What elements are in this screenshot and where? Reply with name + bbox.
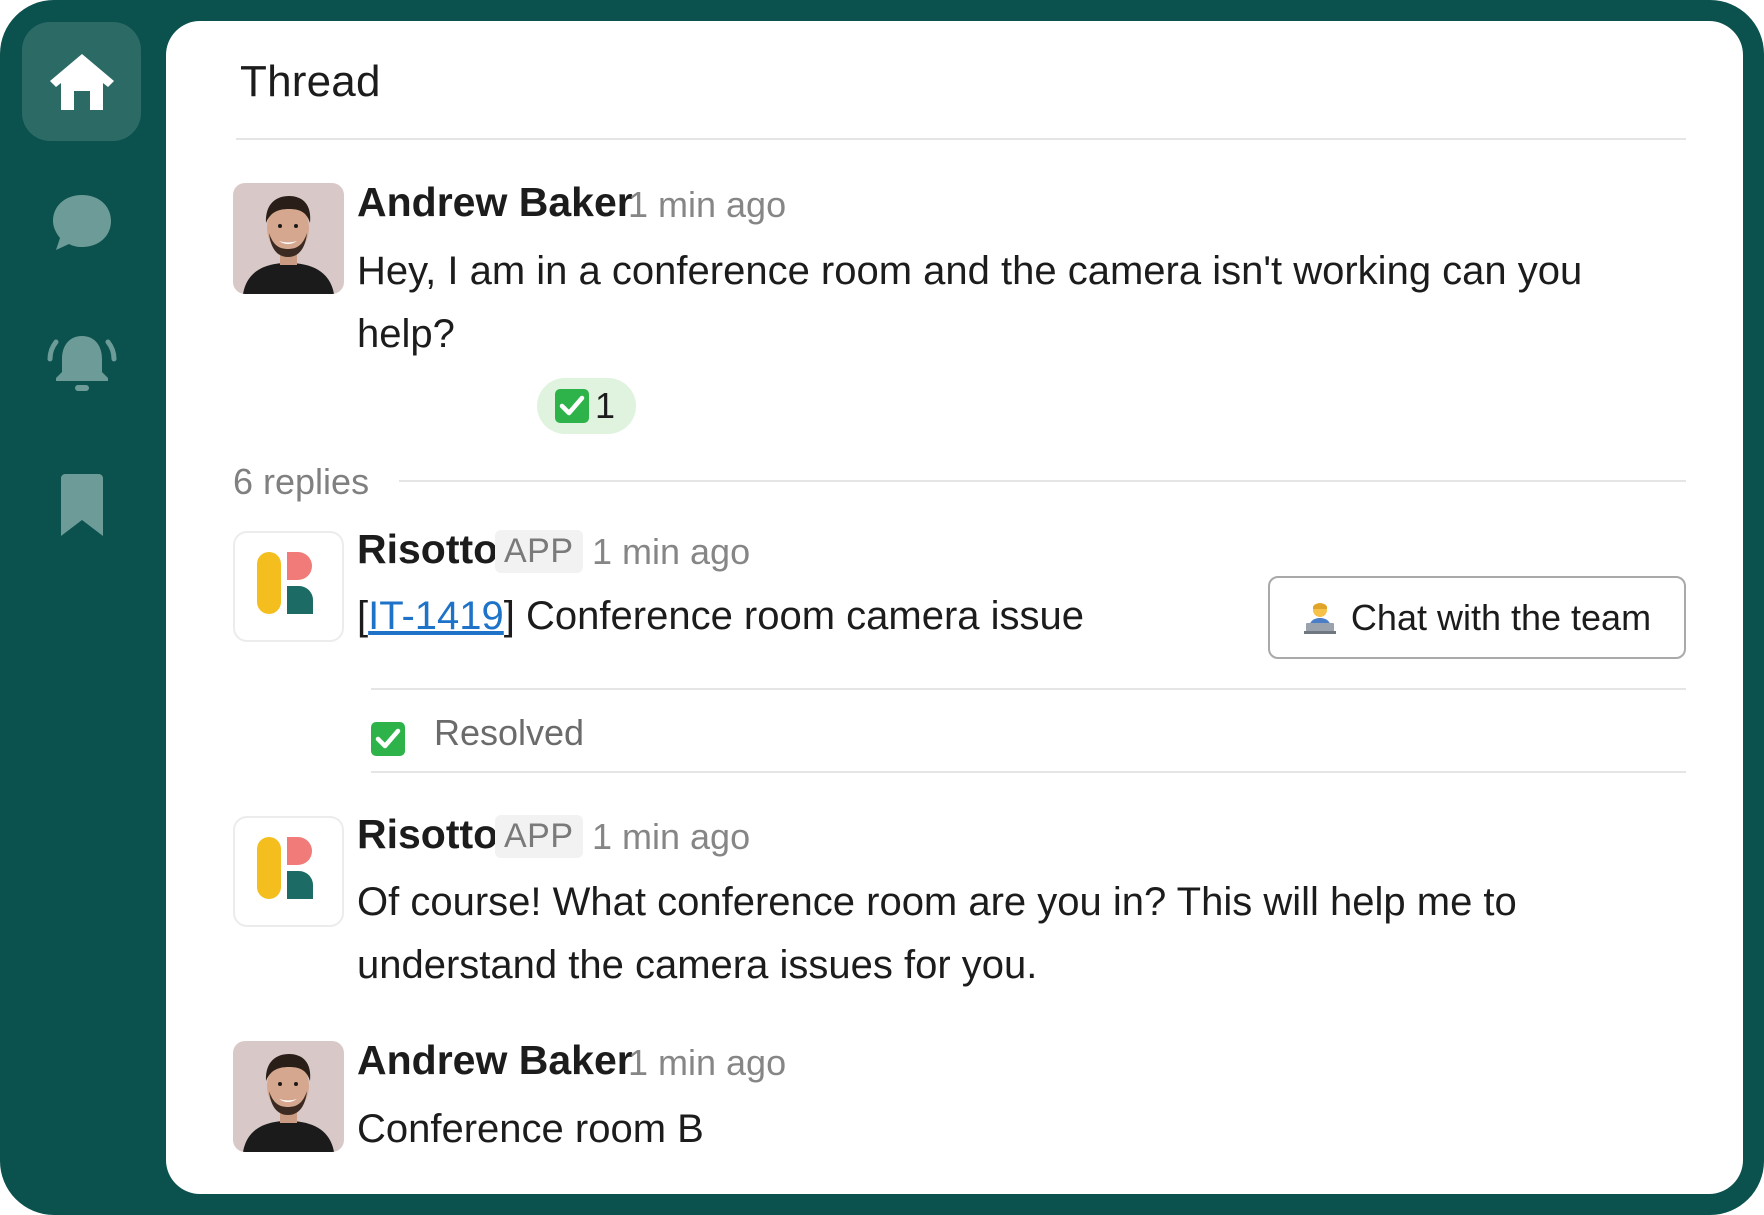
ticket-bracket-open: [ [357,594,369,638]
home-icon [49,53,114,110]
bell-icon [47,335,116,391]
message-author[interactable]: Risotto [357,811,498,858]
risotto-logo[interactable] [233,531,344,642]
page-title: Thread [240,57,381,106]
sidebar-item-messages[interactable] [22,163,141,282]
ticket-link[interactable]: IT-1419 [368,594,504,638]
technologist-icon [1303,602,1336,634]
replies-count[interactable]: 6 replies [233,461,369,503]
sidebar-item-saved[interactable] [22,446,141,565]
avatar[interactable] [233,183,344,294]
chat-with-team-label: Chat with the team [1350,596,1652,638]
ticket-bracket-close: ] [503,594,515,638]
message-timestamp: 1 min ago [592,531,751,572]
message-author[interactable]: Andrew Baker [357,179,633,226]
message-timestamp: 1 min ago [628,1042,787,1083]
reaction-pill[interactable]: 1 [537,378,636,434]
header-divider [236,138,1686,140]
app-badge: APP [495,815,583,858]
reaction-count: 1 [595,385,616,426]
app-frame: Thread Andrew Baker 1 min ago Hey, I am … [0,0,1764,1215]
ticket-title: Conference room camera issue [514,594,1085,638]
chat-bubble-icon [52,194,111,250]
resolved-check-icon [371,722,405,756]
ticket-line: [IT-1419] Conference room camera issue [357,585,1084,648]
ticket-divider-bottom [371,771,1686,773]
message-text: Hey, I am in a conference room and the c… [357,249,1583,356]
replies-divider [399,480,1686,482]
sidebar-item-notifications[interactable] [22,303,141,422]
app-badge: APP [495,530,583,573]
sidebar [0,0,166,1215]
message-text: Conference room B [357,1107,704,1151]
message-text: Of course! What conference room are you … [357,880,1517,987]
bookmark-icon [60,473,103,536]
sidebar-item-home[interactable] [22,22,141,141]
message-author[interactable]: Andrew Baker [357,1037,633,1084]
message-author[interactable]: Risotto [357,526,498,573]
thread-panel: Thread Andrew Baker 1 min ago Hey, I am … [166,21,1743,1194]
message-timestamp: 1 min ago [628,184,787,225]
avatar[interactable] [233,1041,344,1152]
check-mark-icon [555,389,589,423]
message-timestamp: 1 min ago [592,816,751,857]
ticket-divider-top [371,688,1686,690]
ticket-status: Resolved [434,712,585,753]
chat-with-team-button[interactable]: Chat with the team [1268,576,1686,659]
risotto-logo[interactable] [233,816,344,927]
